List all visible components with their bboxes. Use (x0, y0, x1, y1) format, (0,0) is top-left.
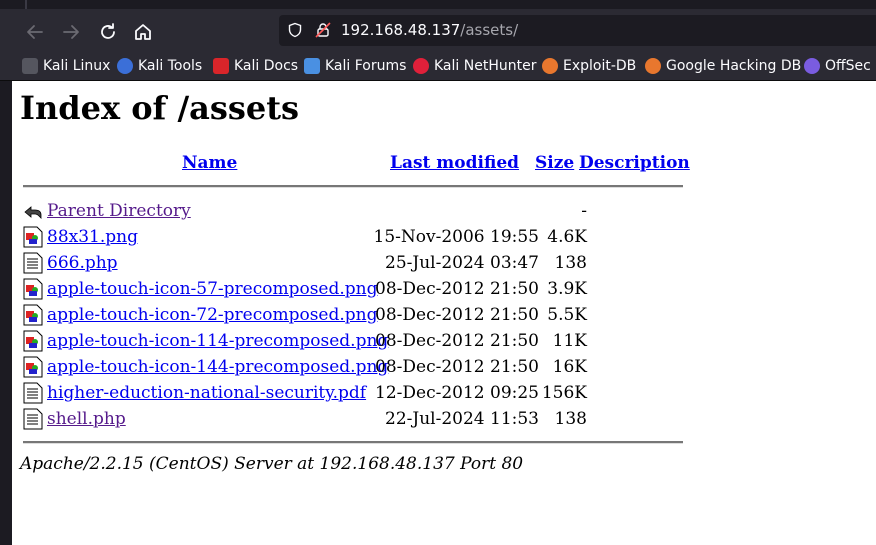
offsec-icon (804, 58, 820, 74)
url-host: 192.168.48.137 (341, 21, 461, 39)
bookmark-offsec[interactable]: OffSec (804, 56, 871, 76)
file-date: 08-Dec-2012 21:50 (375, 357, 539, 377)
url-text[interactable]: 192.168.48.137/assets/ (341, 21, 518, 39)
text-file-icon[interactable] (23, 252, 43, 274)
bookmark-kali-linux[interactable]: Kali Linux (22, 56, 110, 76)
arrow-right-icon (63, 25, 79, 39)
tab-edge (25, 0, 27, 9)
image-file-icon[interactable] (23, 278, 43, 300)
divider-bottom (23, 441, 683, 444)
file-date: 12-Dec-2012 09:25 (375, 383, 539, 403)
file-link[interactable]: higher-eduction-national-security.pdf (47, 383, 366, 403)
file-row: Parent Directory - (23, 200, 703, 224)
column-header-name[interactable]: Name (182, 153, 237, 173)
bookmark-kali-nethunter[interactable]: Kali NetHunter (413, 56, 536, 76)
file-link[interactable]: apple-touch-icon-57-precomposed.png (47, 279, 377, 299)
file-size: 3.9K (547, 279, 587, 299)
file-link[interactable]: 88x31.png (47, 227, 138, 247)
file-row: apple-touch-icon-57-precomposed.png 08-De… (23, 278, 703, 302)
bookmark-kali-tools[interactable]: Kali Tools (117, 56, 202, 76)
image-file-icon[interactable] (23, 330, 43, 352)
page-title: Index of /assets (20, 89, 300, 127)
file-size: 138 (554, 409, 587, 429)
image-file-icon[interactable] (23, 226, 43, 248)
image-file-icon[interactable] (23, 356, 43, 378)
file-link[interactable]: apple-touch-icon-144-precomposed.png (47, 357, 388, 377)
home-button[interactable] (130, 19, 156, 45)
back-button[interactable] (22, 19, 48, 45)
reload-button[interactable] (95, 19, 121, 45)
file-size: - (581, 201, 587, 221)
bookmark-label: Kali NetHunter (434, 58, 537, 74)
file-size: 138 (554, 253, 587, 273)
bookmark-label: Google Hacking DB (666, 58, 802, 74)
file-link[interactable]: 666.php (47, 253, 118, 273)
column-header-size[interactable]: Size (535, 153, 574, 173)
exploit-db-icon (542, 58, 558, 74)
image-file-icon[interactable] (23, 304, 43, 326)
column-header-last-modified[interactable]: Last modified (390, 153, 519, 173)
kali-docs-icon (213, 58, 229, 74)
file-row: apple-touch-icon-72-precomposed.png 08-De… (23, 304, 703, 328)
file-link[interactable]: apple-touch-icon-72-precomposed.png (47, 305, 377, 325)
bookmark-label: Exploit-DB (563, 58, 637, 74)
file-link[interactable]: shell.php (47, 409, 126, 429)
divider-top (23, 185, 683, 188)
kali-nethunter-icon (413, 58, 429, 74)
bookmark-label: Kali Forums (325, 58, 407, 74)
column-header-description[interactable]: Description (579, 153, 690, 173)
reload-icon (101, 23, 115, 39)
file-row: apple-touch-icon-114-precomposed.png 08-D… (23, 330, 703, 354)
server-signature: Apache/2.2.15 (CentOS) Server at 192.168… (20, 454, 524, 474)
insecure-lock-icon[interactable] (315, 22, 331, 38)
file-row: 666.php 25-Jul-2024 03:47 138 (23, 252, 703, 276)
window-edge (0, 0, 12, 545)
kali-forums-icon (304, 58, 320, 74)
file-date: 15-Nov-2006 19:55 (373, 227, 540, 247)
bookmark-label: Kali Tools (138, 58, 203, 74)
shield-icon[interactable] (287, 22, 303, 38)
url-path: /assets/ (460, 21, 519, 39)
back-folder-icon[interactable] (23, 200, 43, 222)
forward-button[interactable] (58, 19, 84, 45)
url-bar[interactable]: 192.168.48.137/assets/ (279, 15, 876, 46)
bookmark-label: OffSec (825, 58, 871, 74)
file-date: 22-Jul-2024 11:53 (385, 409, 539, 429)
file-size: 16K (552, 357, 587, 377)
file-row: 88x31.png 15-Nov-2006 19:55 4.6K (23, 226, 703, 250)
text-file-icon[interactable] (23, 382, 43, 404)
file-size: 5.5K (547, 305, 587, 325)
file-link[interactable]: Parent Directory (47, 201, 191, 221)
file-date: 08-Dec-2012 21:50 (375, 305, 539, 325)
file-row: shell.php 22-Jul-2024 11:53 138 (23, 408, 703, 432)
page-content: Index of /assets Name Last modified Size… (12, 81, 876, 545)
arrow-left-icon (27, 25, 43, 39)
kali-dragon-icon (22, 58, 38, 74)
tab-bar (0, 0, 876, 9)
bookmark-label: Kali Docs (234, 58, 299, 74)
file-size: 156K (541, 383, 587, 403)
file-row: apple-touch-icon-144-precomposed.png 08-D… (23, 356, 703, 380)
text-file-icon[interactable] (23, 408, 43, 430)
file-date: 08-Dec-2012 21:50 (375, 279, 539, 299)
ghdb-icon (645, 58, 661, 74)
file-size: 4.6K (547, 227, 587, 247)
bookmark-kali-docs[interactable]: Kali Docs (213, 56, 298, 76)
kali-tools-icon (117, 58, 133, 74)
file-link[interactable]: apple-touch-icon-114-precomposed.png (47, 331, 388, 351)
file-date: 25-Jul-2024 03:47 (385, 253, 539, 273)
bookmark-exploit-db[interactable]: Exploit-DB (542, 56, 636, 76)
home-icon (135, 24, 151, 40)
file-row: higher-eduction-national-security.pdf 12-… (23, 382, 703, 406)
bookmark-kali-forums[interactable]: Kali Forums (304, 56, 406, 76)
bookmark-label: Kali Linux (43, 58, 111, 74)
navigation-toolbar: 192.168.48.137/assets/ (0, 9, 876, 52)
bookmarks-toolbar: Kali Linux Kali Tools Kali Docs Kali For… (0, 52, 876, 81)
file-date: 08-Dec-2012 21:50 (375, 331, 539, 351)
file-size: 11K (552, 331, 587, 351)
bookmark-ghdb[interactable]: Google Hacking DB (645, 56, 801, 76)
